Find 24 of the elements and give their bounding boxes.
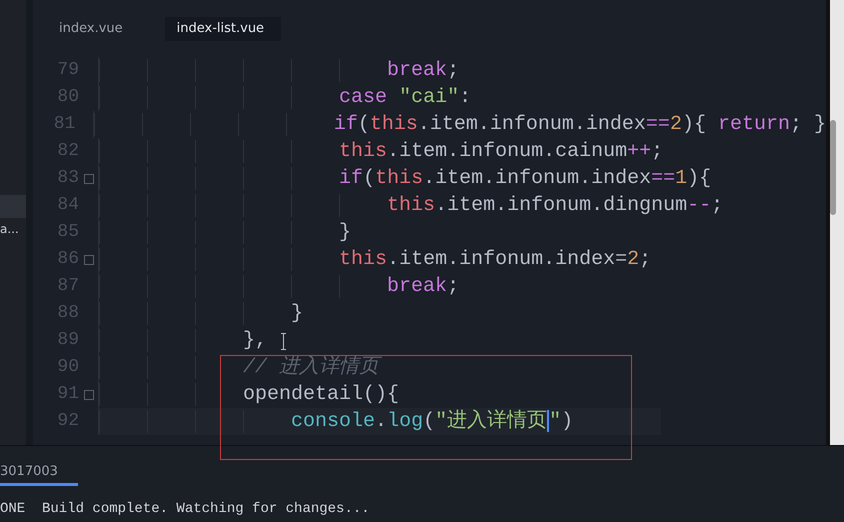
code-line: this.item.infonum.index=2; <box>99 246 826 273</box>
code-line: }, <box>99 327 826 354</box>
file-tab[interactable]: index.vue <box>47 17 135 41</box>
code-line: this.item.infonum.cainum++; <box>99 138 826 165</box>
code-line: this.item.infonum.dingnum--; <box>99 192 826 219</box>
panel-tab[interactable]: 3017003 <box>0 464 78 486</box>
text-caret <box>547 410 550 432</box>
text-cursor-icon <box>281 333 286 350</box>
sidebar-item[interactable]: a... <box>0 218 26 241</box>
scrollbar-thumb[interactable] <box>830 120 836 215</box>
fold-icon[interactable] <box>84 174 94 184</box>
code-line: if(this.item.infonum.index==2){ return; } <box>94 111 826 138</box>
code-line: break; <box>99 273 826 300</box>
code-line: if(this.item.infonum.index==1){ <box>99 165 826 192</box>
file-tab[interactable]: index-list.vue <box>164 17 281 41</box>
fold-icon[interactable] <box>84 390 94 400</box>
code-line: opendetail(){ <box>99 381 826 408</box>
code-line: // 进入详情页 <box>99 354 826 381</box>
code-line: } <box>99 300 826 327</box>
code-line: case "cai": <box>99 84 826 111</box>
build-output: ONE Build complete. Watching for changes... <box>0 500 371 517</box>
fold-icon[interactable] <box>84 254 94 264</box>
code-line: break; <box>99 57 826 84</box>
code-line: } <box>99 219 826 246</box>
